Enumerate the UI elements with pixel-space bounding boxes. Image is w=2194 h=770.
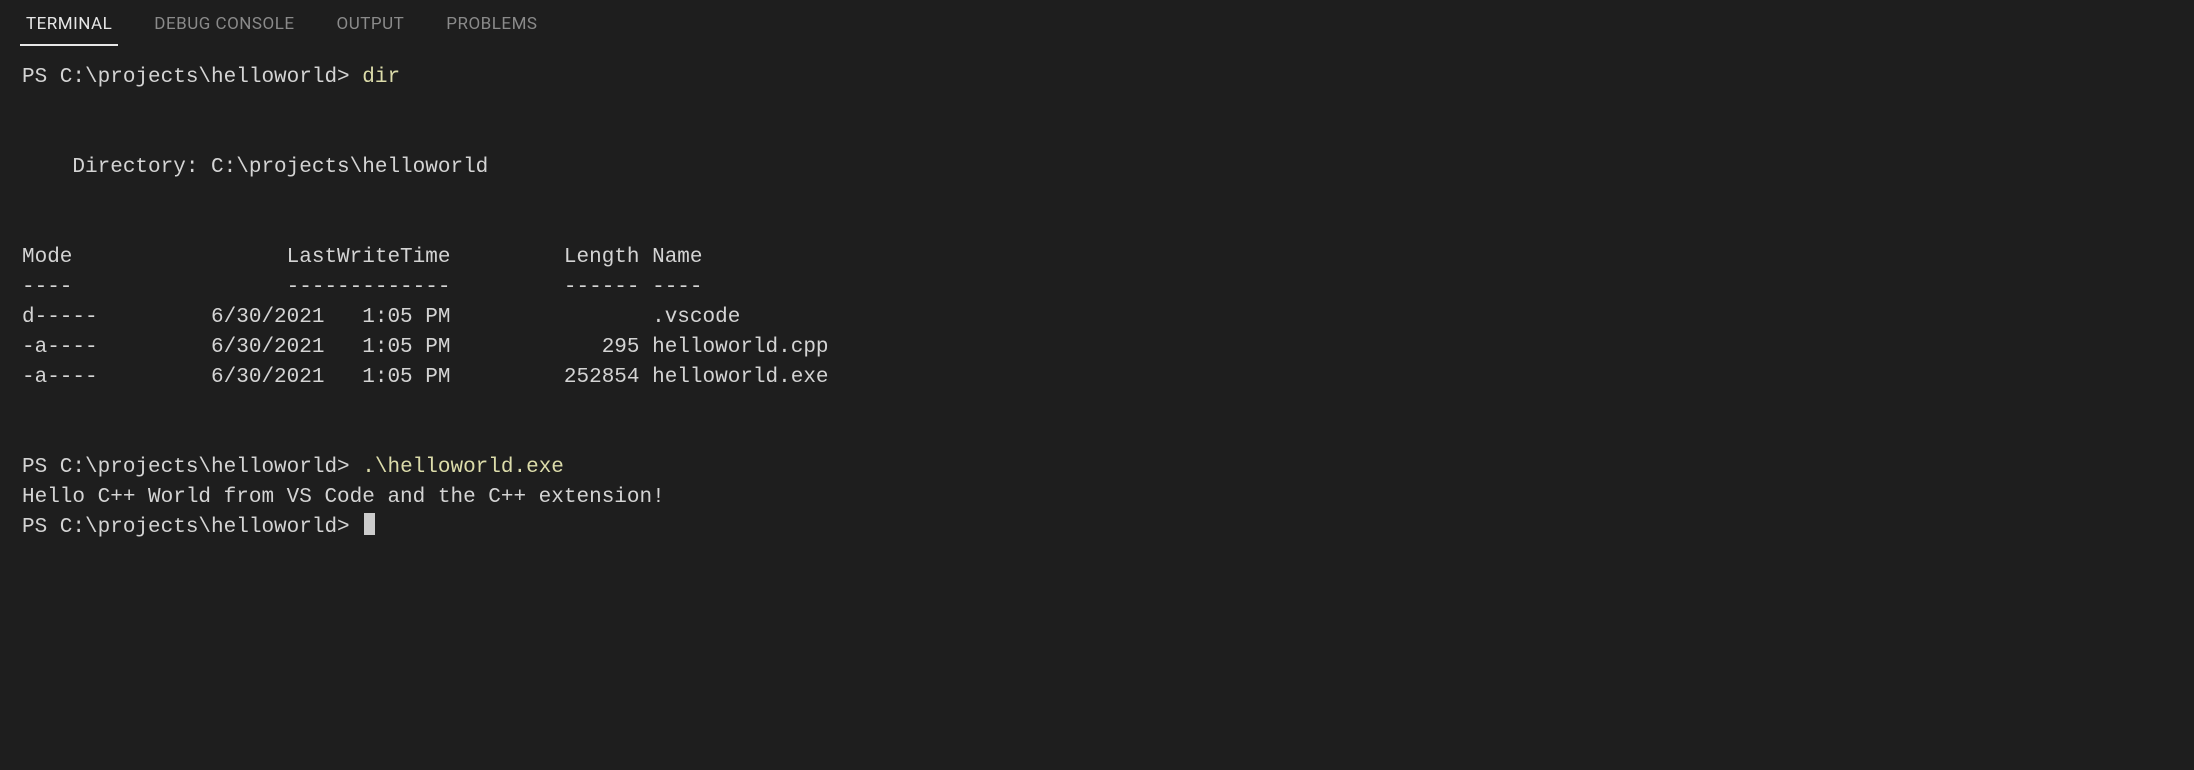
cursor-icon <box>364 513 375 535</box>
listing-column-header: Mode LastWriteTime Length Name <box>22 246 703 269</box>
listing-column-rule: ---- ------------- ------ ---- <box>22 276 703 299</box>
command-text: .\helloworld.exe <box>362 456 564 479</box>
listing-row: -a---- 6/30/2021 1:05 PM 295 helloworld.… <box>22 336 829 359</box>
command-text: dir <box>362 66 400 89</box>
listing-row: d----- 6/30/2021 1:05 PM .vscode <box>22 306 740 329</box>
terminal-line: PS C:\projects\helloworld> .\helloworld.… <box>22 456 564 479</box>
tab-output[interactable]: OUTPUT <box>331 2 411 46</box>
program-output: Hello C++ World from VS Code and the C++… <box>22 486 665 509</box>
shell-prompt: PS C:\projects\helloworld> <box>22 456 362 479</box>
shell-prompt: PS C:\projects\helloworld> <box>22 516 362 539</box>
tab-debug-console[interactable]: DEBUG CONSOLE <box>148 2 300 46</box>
terminal-line: PS C:\projects\helloworld> dir <box>22 66 400 89</box>
directory-header: Directory: C:\projects\helloworld <box>22 156 488 179</box>
tab-terminal[interactable]: TERMINAL <box>20 2 118 46</box>
panel-tab-bar: TERMINAL DEBUG CONSOLE OUTPUT PROBLEMS <box>0 0 2194 49</box>
listing-row: -a---- 6/30/2021 1:05 PM 252854 hellowor… <box>22 366 829 389</box>
shell-prompt: PS C:\projects\helloworld> <box>22 66 362 89</box>
terminal-line: PS C:\projects\helloworld> <box>22 516 375 539</box>
tab-problems[interactable]: PROBLEMS <box>440 2 543 46</box>
terminal-area[interactable]: PS C:\projects\helloworld> dir Directory… <box>0 49 2194 543</box>
